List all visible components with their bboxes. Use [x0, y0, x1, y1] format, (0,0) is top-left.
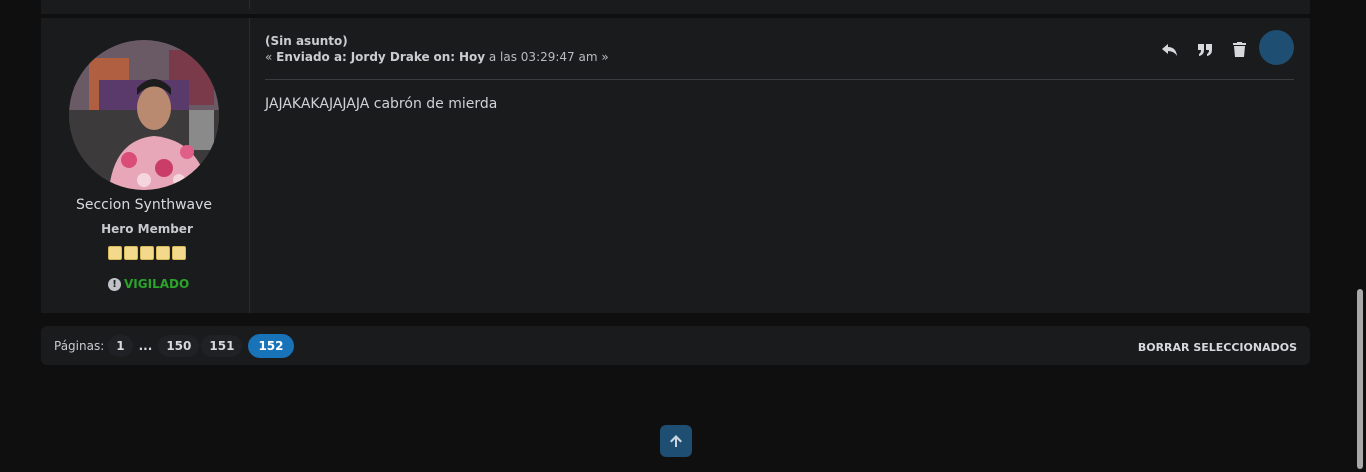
- pagination: Páginas: 1 ... 150 151 152: [54, 326, 296, 365]
- trash-icon: [1233, 42, 1246, 57]
- sent-time: a las 03:29:47 am: [488, 50, 598, 64]
- message-subject[interactable]: (Sin asunto): [265, 34, 348, 48]
- post-header: (Sin asunto) « Enviado a: Jordy Drake on…: [265, 30, 1294, 80]
- star-icon: [108, 246, 122, 260]
- star-icon: [156, 246, 170, 260]
- member-rank: Hero Member: [101, 222, 193, 236]
- sent-day: Hoy: [458, 50, 486, 64]
- sent-info: « Enviado a: Jordy Drake on: Hoy a las 0…: [265, 50, 609, 64]
- delete-button[interactable]: [1222, 38, 1257, 62]
- personal-message-post: Seccion Synthwave Hero Member ! VIGILADO…: [41, 18, 1310, 313]
- reply-button[interactable]: [1152, 38, 1187, 62]
- star-icon: [124, 246, 138, 260]
- page-link-151[interactable]: 151: [201, 334, 243, 357]
- back-to-top-button[interactable]: [660, 425, 692, 457]
- pages-label: Páginas:: [54, 338, 105, 353]
- page-ellipsis: ...: [138, 338, 153, 353]
- warning-icon: !: [108, 277, 121, 291]
- poster-info: Seccion Synthwave Hero Member ! VIGILADO: [41, 18, 250, 313]
- star-icon: [172, 246, 186, 260]
- reply-icon: [1161, 43, 1177, 56]
- star-icon: [140, 246, 154, 260]
- current-page: 152: [248, 333, 294, 358]
- avatar[interactable]: [69, 40, 219, 190]
- previous-post: [41, 0, 1310, 14]
- quote-icon: [1197, 43, 1212, 56]
- pagination-bar: Páginas: 1 ... 150 151 152 BORRAR SELECC…: [41, 326, 1310, 365]
- divider: [249, 0, 250, 9]
- post-actions: [1152, 30, 1294, 65]
- page-link-150[interactable]: 150: [158, 334, 200, 357]
- scrollbar-thumb[interactable]: [1357, 289, 1363, 469]
- sent-prefix: «: [265, 50, 273, 64]
- delete-selected-button[interactable]: BORRAR SELECCIONADOS: [1138, 341, 1297, 354]
- poster-name[interactable]: Seccion Synthwave: [41, 197, 247, 213]
- user-status: ! VIGILADO: [108, 277, 189, 291]
- quote-button[interactable]: [1187, 38, 1222, 62]
- recipient-name[interactable]: Jordy Drake: [351, 50, 430, 64]
- user-menu-avatar[interactable]: [1259, 30, 1294, 65]
- rank-stars: [108, 246, 186, 260]
- sent-suffix: »: [601, 50, 609, 64]
- post-body: (Sin asunto) « Enviado a: Jordy Drake on…: [265, 18, 1294, 313]
- on-label: on:: [433, 50, 456, 64]
- page-link-1[interactable]: 1: [108, 334, 133, 357]
- scrollbar[interactable]: [1354, 0, 1366, 472]
- sent-label: Enviado a:: [276, 50, 347, 64]
- message-body: JAJAKAKAJAJAJA cabrón de mierda: [265, 96, 498, 112]
- arrow-up-icon: [670, 435, 682, 447]
- status-label: VIGILADO: [124, 277, 190, 291]
- avatar-image: [69, 40, 219, 190]
